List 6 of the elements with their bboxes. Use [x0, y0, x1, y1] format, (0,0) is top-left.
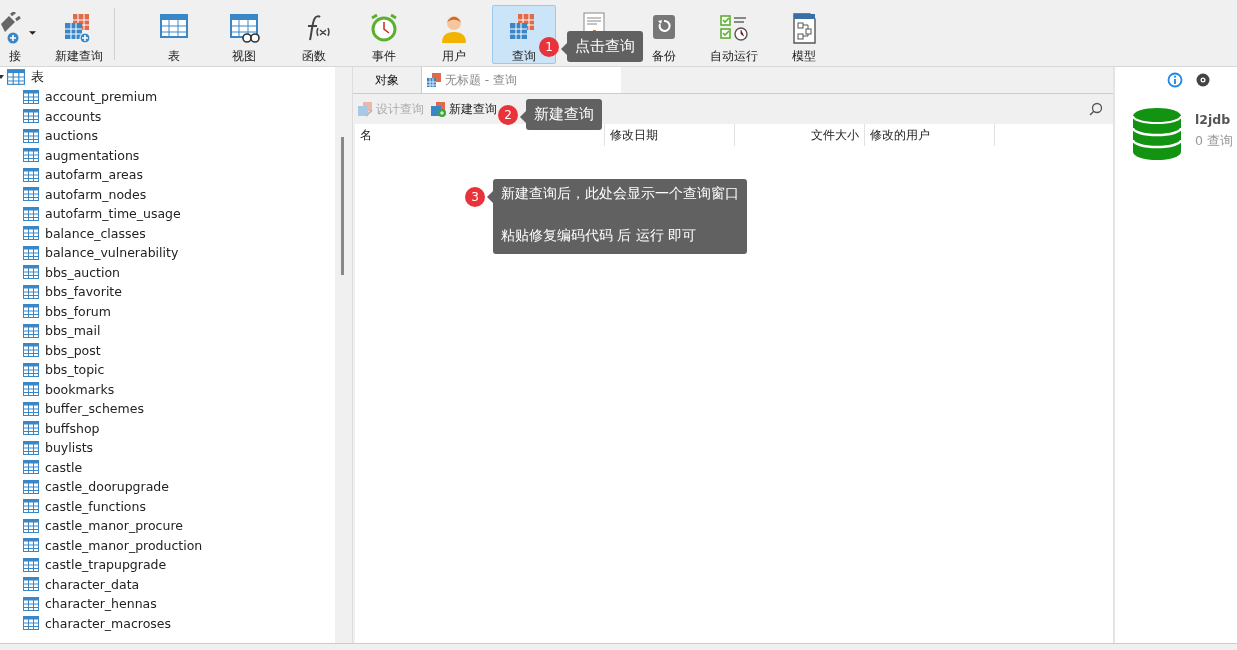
tooltip-text: 点击查询 [575, 37, 635, 56]
query-count: 0 查询 [1195, 133, 1233, 150]
tooltip-text: 粘贴修复编码代码 后 运行 即可 [501, 227, 698, 245]
tooltip-text: 新建查询 [534, 105, 594, 124]
tooltip-text: 新建查询后，此处会显示一个查询窗口 [501, 185, 739, 203]
database-name: l2jdb [1195, 112, 1232, 127]
